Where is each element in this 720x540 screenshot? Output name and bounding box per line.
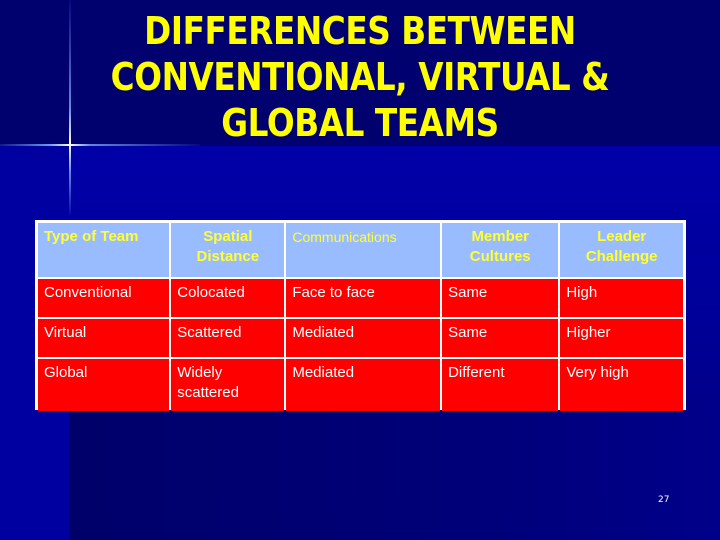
cell-communications: Mediated [286,319,441,357]
cell-spatial-distance: Widely scattered [171,359,285,411]
cell-type: Virtual [38,319,170,357]
cell-type: Global [38,359,170,411]
title-line-1: DIFFERENCES BETWEEN [144,9,576,53]
cell-leader-challenge: Very high [560,359,683,411]
cell-member-cultures: Different [442,359,559,411]
header-leader-challenge: Leader Challenge [560,223,683,277]
cell-leader-challenge: Higher [560,319,683,357]
table-row: Conventional Colocated Face to face Same… [38,279,683,317]
header-spatial-distance: Spatial Distance [171,223,285,277]
page-number: 27 [658,495,670,505]
cell-member-cultures: Same [442,279,559,317]
header-member-cultures: Member Cultures [442,223,559,277]
cell-spatial-distance: Scattered [171,319,285,357]
title-line-2: CONVENTIONAL, VIRTUAL & [110,55,610,99]
cell-type: Conventional [38,279,170,317]
comparison-table: Type of Team Spatial Distance Communicat… [36,221,685,413]
background-panel-lower [69,410,720,540]
cell-spatial-distance: Colocated [171,279,285,317]
cell-member-cultures: Same [442,319,559,357]
cell-communications: Mediated [286,359,441,411]
comparison-table-frame: Type of Team Spatial Distance Communicat… [35,220,686,413]
cell-communications: Face to face [286,279,441,317]
title-line-3: GLOBAL TEAMS [221,101,499,145]
cell-leader-challenge: High [560,279,683,317]
table-row: Virtual Scattered Mediated Same Higher [38,319,683,357]
table-header-row: Type of Team Spatial Distance Communicat… [38,223,683,277]
slide-title: DIFFERENCES BETWEEN CONVENTIONAL, VIRTUA… [50,8,669,146]
header-communications: Communications [286,223,441,277]
header-type-of-team: Type of Team [38,223,170,277]
table-row: Global Widely scattered Mediated Differe… [38,359,683,411]
